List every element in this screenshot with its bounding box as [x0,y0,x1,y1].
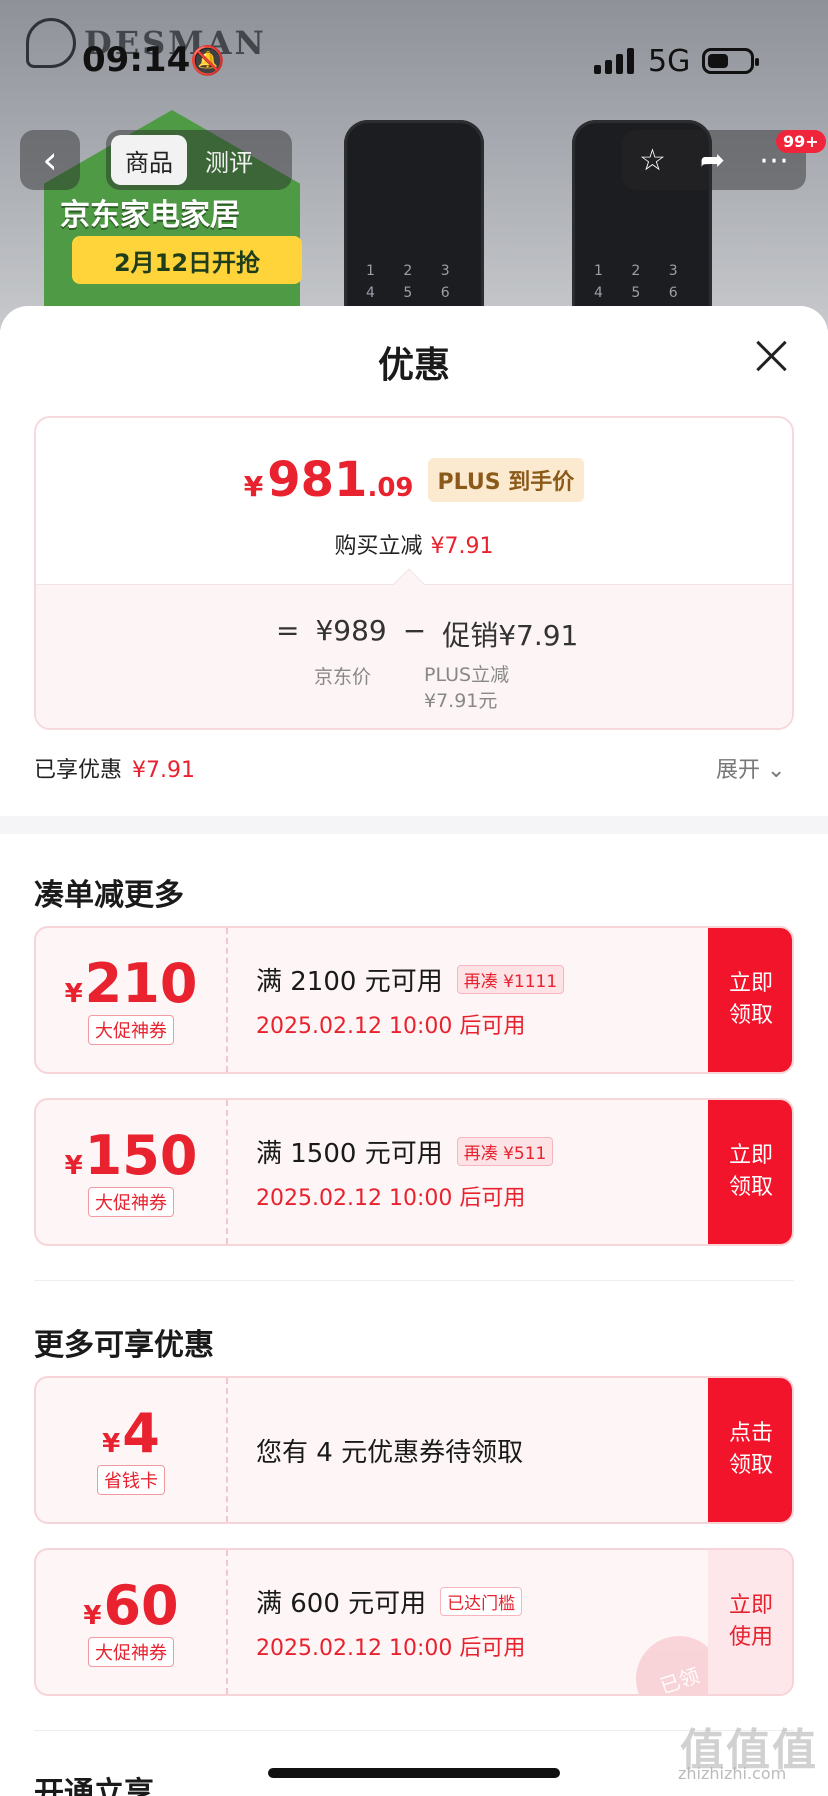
share-icon[interactable]: ➦ [700,143,725,178]
price-integer: 981 [267,452,368,508]
banner-title: 京东家电家居 [60,198,240,233]
section-title-open: 开通立享 [34,1776,154,1796]
tab-review[interactable]: 测评 [191,135,267,185]
price-equation: = ¥989 − 促销¥7.91 [276,614,579,652]
coupon-amount: 4 [122,1402,160,1465]
plus-price-tag: PLUS 到手价 [427,458,585,502]
status-bar: 09:14 🔕 5G [0,0,828,120]
final-price: ¥ 981 .09 PLUS 到手价 [36,452,792,508]
jd-price: ¥989 [315,614,387,647]
coupon-type: 大促神券 [88,1637,174,1667]
coupon-valid-time: 2025.02.12 10:00 后可用 [256,1013,526,1039]
chevron-down-icon: ⌄ [767,758,786,783]
coupon-card: ¥60 大促神券 满 600 元可用 已达门槛 2025.02.12 10:00 … [34,1548,794,1696]
coupon-valid-time: 2025.02.12 10:00 后可用 [256,1185,526,1211]
instant-discount: 购买立减 ¥7.91 [334,534,494,559]
coupon-condition: 满 2100 元可用 [256,966,443,997]
silent-bell-icon: 🔕 [190,44,225,77]
use-coupon-button[interactable]: 立即 使用 [708,1550,792,1694]
coupon-amount: 60 [103,1574,179,1637]
price-formula [36,584,792,728]
section-title-more: 更多可享优惠 [34,1328,214,1363]
close-button[interactable] [756,340,788,372]
signal-icon [594,48,634,74]
enjoyed-discount: 已享优惠 ¥7.91 [34,758,195,783]
coupon-amount: 210 [84,952,198,1015]
product-tab-bar: 商品 测评 [106,130,292,190]
coupon-condition: 您有 4 元优惠券待领取 [256,1437,524,1468]
battery-icon [702,48,759,74]
site-watermark-url: zhizhizhi.com [678,1764,787,1783]
banner-date: 2月12日开抢 [72,236,302,284]
favorite-star-icon[interactable]: ☆ [639,143,666,178]
claim-coupon-button[interactable]: 立即 领取 [708,928,792,1072]
coupon-condition: 满 600 元可用 [256,1588,427,1619]
price-breakdown-card: ¥ 981 .09 PLUS 到手价 购买立减 ¥7.91 = ¥989 − 促销… [34,416,794,730]
home-indicator[interactable] [268,1768,560,1778]
coupon-condition: 满 1500 元可用 [256,1138,443,1169]
back-button[interactable]: ‹ [20,130,80,190]
coupon-amount: 150 [84,1124,198,1187]
tab-product[interactable]: 商品 [111,135,187,185]
message-badge: 99+ [776,130,826,153]
section-title-combine: 凑单减更多 [34,878,184,913]
coupon-type: 省钱卡 [97,1465,165,1495]
sheet-title: 优惠 [377,345,450,386]
claim-coupon-button[interactable]: 立即 领取 [708,1100,792,1244]
product-image-lock-front: 1 2 34 5 6 [344,120,484,330]
coupon-card: ¥150 大促神券 满 1500 元可用 再凑 ¥511 2025.02.12 1… [34,1098,794,1246]
jd-price-label: 京东价 [314,666,372,688]
coupon-type: 大促神券 [88,1015,174,1045]
discount-sheet: 优惠 ¥ 981 .09 PLUS 到手价 购买立减 ¥7.91 = ¥989 −… [0,306,828,1796]
status-time: 09:14 [82,40,191,80]
expand-toggle[interactable]: 展开 ⌄ [716,752,785,784]
price-decimal: .09 [367,473,414,503]
promo-amount: 促销¥7.91 [442,619,579,652]
coupon-type: 大促神券 [88,1187,174,1217]
coupon-card: ¥4 省钱卡 您有 4 元优惠券待领取 点击 领取 [34,1376,794,1524]
claim-coupon-button[interactable]: 点击 领取 [708,1378,792,1522]
coupon-card: ¥210 大促神券 满 2100 元可用 再凑 ¥1111 2025.02.12 … [34,926,794,1074]
coupon-tag: 再凑 ¥1111 [456,964,565,994]
network-type: 5G [648,44,691,79]
plus-discount-label: PLUS立减 ¥7.91元 [424,664,510,712]
coupon-tag: 已达门槛 [440,1586,523,1616]
coupon-tag: 再凑 ¥511 [456,1136,554,1166]
